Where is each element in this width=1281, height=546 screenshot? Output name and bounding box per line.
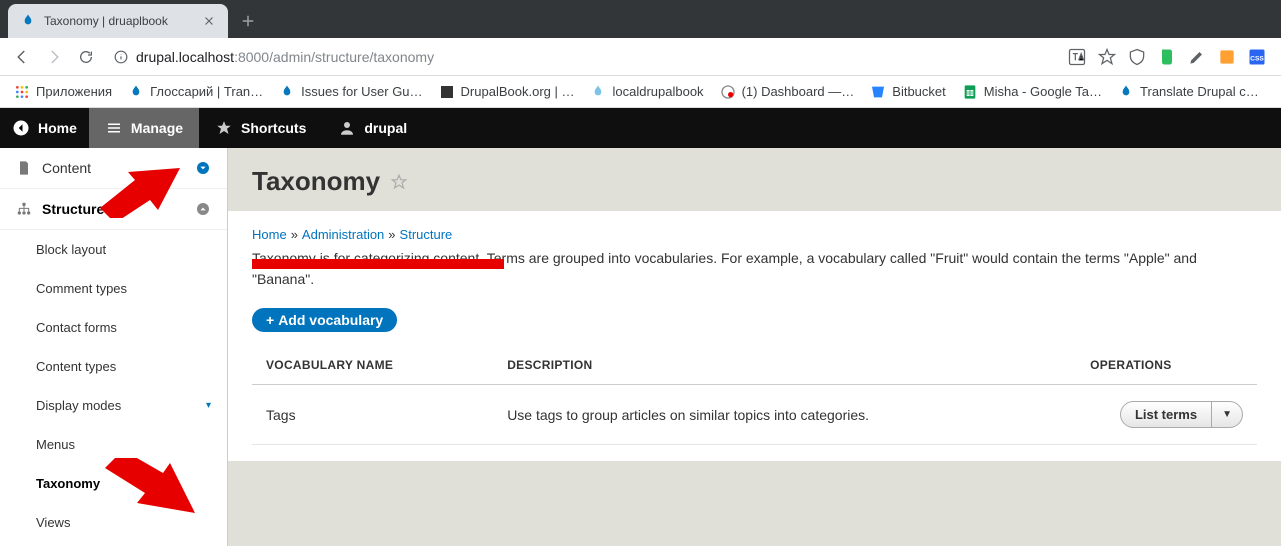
bookmark-bitbucket[interactable]: Bitbucket <box>864 80 951 104</box>
annotation-highlight <box>252 259 504 269</box>
chevron-up-icon <box>195 201 211 217</box>
css-icon[interactable]: CSS <box>1247 47 1267 67</box>
url-host: drupal.localhost <box>136 49 234 65</box>
main-content: Taxonomy Home»Administration»Structure T… <box>228 148 1281 546</box>
toolbar-shortcuts[interactable]: Shortcuts <box>199 108 322 148</box>
operations-dropdown[interactable]: List terms ▼ <box>1120 401 1243 428</box>
dashboard-icon <box>720 84 736 100</box>
breadcrumb-structure[interactable]: Structure <box>400 227 453 242</box>
bookmarks-bar: Приложения Глоссарий | Tran… Issues for … <box>0 76 1281 108</box>
url-path: /admin/structure/taxonomy <box>269 49 434 65</box>
bookmark-drupalbook[interactable]: DrupalBook.org | … <box>433 80 581 104</box>
document-icon <box>16 160 32 176</box>
star-icon <box>215 119 233 137</box>
close-icon[interactable] <box>202 14 216 28</box>
bookmark-glossary[interactable]: Глоссарий | Tran… <box>122 80 269 104</box>
vocabulary-table: VOCABULARY NAME DESCRIPTION OPERATIONS T… <box>252 346 1257 445</box>
breadcrumb: Home»Administration»Structure <box>252 227 1257 242</box>
apps-icon <box>14 84 30 100</box>
brush-icon[interactable] <box>1187 47 1207 67</box>
breadcrumb-admin[interactable]: Administration <box>302 227 384 242</box>
caret-right-icon: ▾ <box>206 400 211 411</box>
site-icon <box>439 84 455 100</box>
tab-bar: Taxonomy | druaplbook <box>0 0 1281 38</box>
cell-name: Tags <box>252 385 493 445</box>
new-tab-button[interactable] <box>234 7 262 35</box>
plus-icon: + <box>266 312 274 328</box>
sidebar-views[interactable]: Views <box>0 503 227 542</box>
toolbar-user[interactable]: drupal <box>322 108 423 148</box>
reload-button[interactable] <box>72 43 100 71</box>
sidebar-contact-forms[interactable]: Contact forms <box>0 308 227 347</box>
drupal-icon <box>1118 84 1134 100</box>
admin-sidebar: Content Structure Block layout Comment t… <box>0 148 228 546</box>
page-description: Taxonomy is for categorizing content. Te… <box>252 248 1257 290</box>
tab-title: Taxonomy | druaplbook <box>44 14 194 28</box>
drupal-icon <box>279 84 295 100</box>
back-button[interactable] <box>8 43 36 71</box>
sidebar-comment-types[interactable]: Comment types <box>0 269 227 308</box>
sheets-icon <box>962 84 978 100</box>
forward-button[interactable] <box>40 43 68 71</box>
sidebar-menus[interactable]: Menus <box>0 425 227 464</box>
page-title: Taxonomy <box>252 166 380 197</box>
sidebar-taxonomy[interactable]: Taxonomy <box>0 464 227 503</box>
th-desc: DESCRIPTION <box>493 346 1076 385</box>
toolbar-back[interactable]: Home <box>0 108 89 148</box>
add-vocabulary-button[interactable]: +Add vocabulary <box>252 308 397 332</box>
addr-extensions: CSS <box>1067 47 1273 67</box>
table-row: Tags Use tags to group articles on simil… <box>252 385 1257 445</box>
bookmark-translate[interactable]: Translate Drupal c… <box>1112 80 1265 104</box>
drupal-toolbar: Home Manage Shortcuts drupal <box>0 108 1281 148</box>
address-bar: drupal.localhost:8000/admin/structure/ta… <box>0 38 1281 76</box>
star-outline-icon[interactable] <box>390 173 408 191</box>
svg-text:CSS: CSS <box>1250 55 1264 62</box>
bookmark-local[interactable]: localdrupalbook <box>584 80 709 104</box>
bookmark-sheets[interactable]: Misha - Google Ta… <box>956 80 1108 104</box>
bookmark-apps[interactable]: Приложения <box>8 80 118 104</box>
ext-icon[interactable] <box>1217 47 1237 67</box>
info-icon <box>114 50 128 64</box>
shield-icon[interactable] <box>1127 47 1147 67</box>
sidebar-structure[interactable]: Structure <box>0 189 227 230</box>
list-terms-button[interactable]: List terms <box>1121 402 1212 427</box>
sidebar-display-modes[interactable]: Display modes▾ <box>0 386 227 425</box>
url-field[interactable]: drupal.localhost:8000/admin/structure/ta… <box>104 43 1063 71</box>
drupal-icon <box>590 84 606 100</box>
chevron-down-icon <box>195 160 211 176</box>
browser-chrome: Taxonomy | druaplbook drupal.localhost:8… <box>0 0 1281 108</box>
hierarchy-icon <box>16 201 32 217</box>
back-arrow-icon <box>12 119 30 137</box>
hamburger-icon <box>105 119 123 137</box>
sidebar-block-layout[interactable]: Block layout <box>0 230 227 269</box>
drupal-icon <box>128 84 144 100</box>
th-name: VOCABULARY NAME <box>252 346 493 385</box>
th-ops: OPERATIONS <box>1076 346 1257 385</box>
user-icon <box>338 119 356 137</box>
browser-tab[interactable]: Taxonomy | druaplbook <box>8 4 228 38</box>
toolbar-manage[interactable]: Manage <box>89 108 199 148</box>
cell-desc: Use tags to group articles on similar to… <box>493 385 1076 445</box>
evernote-icon[interactable] <box>1157 47 1177 67</box>
breadcrumb-home[interactable]: Home <box>252 227 287 242</box>
drupal-favicon-icon <box>20 13 36 29</box>
sidebar-content[interactable]: Content <box>0 148 227 189</box>
page-header: Taxonomy <box>228 148 1281 197</box>
sidebar-content-types[interactable]: Content types <box>0 347 227 386</box>
dropdown-caret-icon[interactable]: ▼ <box>1212 402 1242 427</box>
bookmark-issues[interactable]: Issues for User Gu… <box>273 80 428 104</box>
star-icon[interactable] <box>1097 47 1117 67</box>
bitbucket-icon <box>870 84 886 100</box>
translate-icon[interactable] <box>1067 47 1087 67</box>
bookmark-dashboard[interactable]: (1) Dashboard —… <box>714 80 861 104</box>
url-port: :8000 <box>234 49 269 65</box>
